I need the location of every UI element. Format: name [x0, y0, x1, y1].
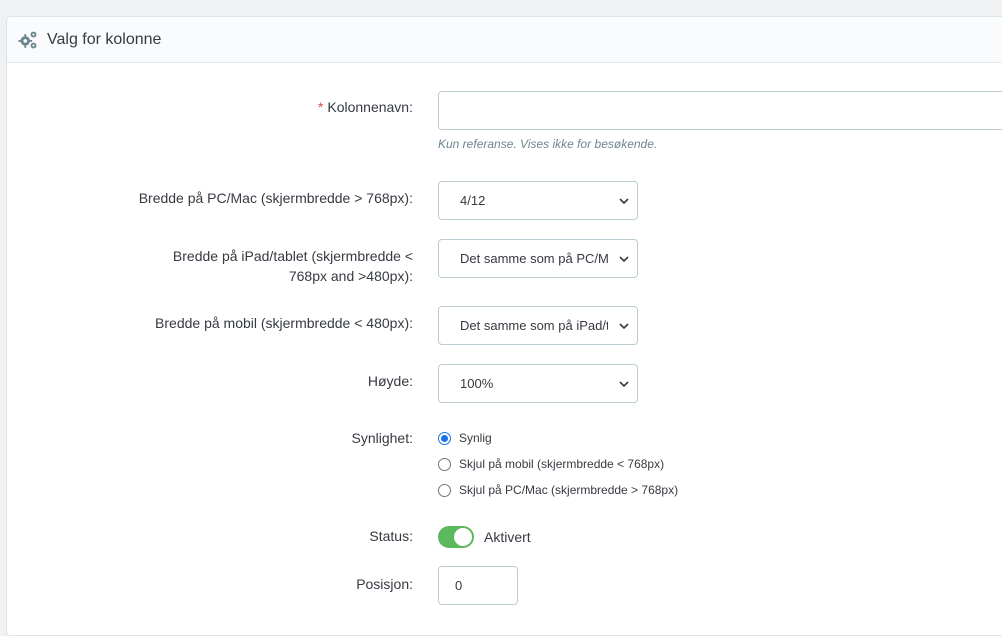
- width-mobile-value: Det samme som på iPad/tablet: [460, 318, 608, 333]
- column-options-panel: Valg for kolonne * Kolonnenavn: Kun refer…: [6, 16, 1002, 636]
- panel-heading: Valg for kolonne: [7, 17, 1002, 63]
- radio-visible-label: Synlig: [459, 431, 492, 445]
- width-tablet-label: Bredde på iPad/tablet (skjermbredde < 76…: [113, 246, 413, 286]
- position-input[interactable]: 0: [438, 566, 518, 605]
- radio-hide-pc-label: Skjul på PC/Mac (skjermbredde > 768px): [459, 483, 679, 497]
- width-tablet-label-line2: 768px and >480px):: [288, 268, 413, 284]
- status-switch[interactable]: [438, 526, 474, 548]
- status-label: Status:: [369, 528, 413, 544]
- radio-visible[interactable]: [438, 431, 451, 445]
- chevron-down-icon: [619, 198, 629, 205]
- width-mobile-select[interactable]: Det samme som på iPad/tablet: [438, 306, 638, 345]
- width-tablet-label-line1: Bredde på iPad/tablet (skjermbredde <: [172, 248, 413, 264]
- position-label: Posisjon:: [356, 576, 413, 592]
- radio-hide-mobile[interactable]: [438, 457, 451, 471]
- width-pc-select[interactable]: 4/12: [438, 181, 638, 220]
- width-pc-value: 4/12: [460, 193, 486, 208]
- width-pc-label: Bredde på PC/Mac (skjermbredde > 768px):: [138, 190, 413, 206]
- required-marker: *: [317, 99, 324, 115]
- column-name-input[interactable]: [438, 91, 1002, 130]
- height-select[interactable]: 100%: [438, 364, 638, 403]
- chevron-down-icon: [619, 256, 629, 263]
- position-value: 0: [455, 578, 463, 593]
- name-help-text: Kun referanse. Vises ikke for besøkende.: [438, 137, 658, 151]
- status-value: Aktivert: [484, 529, 531, 545]
- visibility-option-hide-pc[interactable]: Skjul på PC/Mac (skjermbredde > 768px): [438, 477, 678, 503]
- name-label-text: Kolonnenavn:: [327, 99, 413, 115]
- radio-hide-mobile-label: Skjul på mobil (skjermbredde < 768px): [459, 457, 665, 471]
- chevron-down-icon: [619, 381, 629, 388]
- status-toggle[interactable]: Aktivert: [438, 526, 531, 548]
- radio-hide-pc[interactable]: [438, 483, 451, 497]
- switch-knob: [454, 528, 472, 546]
- height-label: Høyde:: [367, 373, 413, 389]
- width-tablet-value: Det samme som på PC/Mac: [460, 251, 608, 266]
- width-mobile-label: Bredde på mobil (skjermbredde < 480px):: [155, 315, 413, 331]
- panel-title: Valg for kolonne: [47, 30, 162, 48]
- visibility-radio-group: Synlig Skjul på mobil (skjermbredde < 76…: [438, 425, 678, 503]
- name-label: * Kolonnenavn:: [113, 97, 413, 117]
- chevron-down-icon: [619, 323, 629, 330]
- visibility-label: Synlighet:: [351, 430, 413, 446]
- visibility-option-hide-mobile[interactable]: Skjul på mobil (skjermbredde < 768px): [438, 451, 678, 477]
- visibility-option-visible[interactable]: Synlig: [438, 425, 678, 451]
- width-tablet-select[interactable]: Det samme som på PC/Mac: [438, 239, 638, 278]
- height-value: 100%: [460, 376, 494, 391]
- gears-icon: [18, 31, 37, 48]
